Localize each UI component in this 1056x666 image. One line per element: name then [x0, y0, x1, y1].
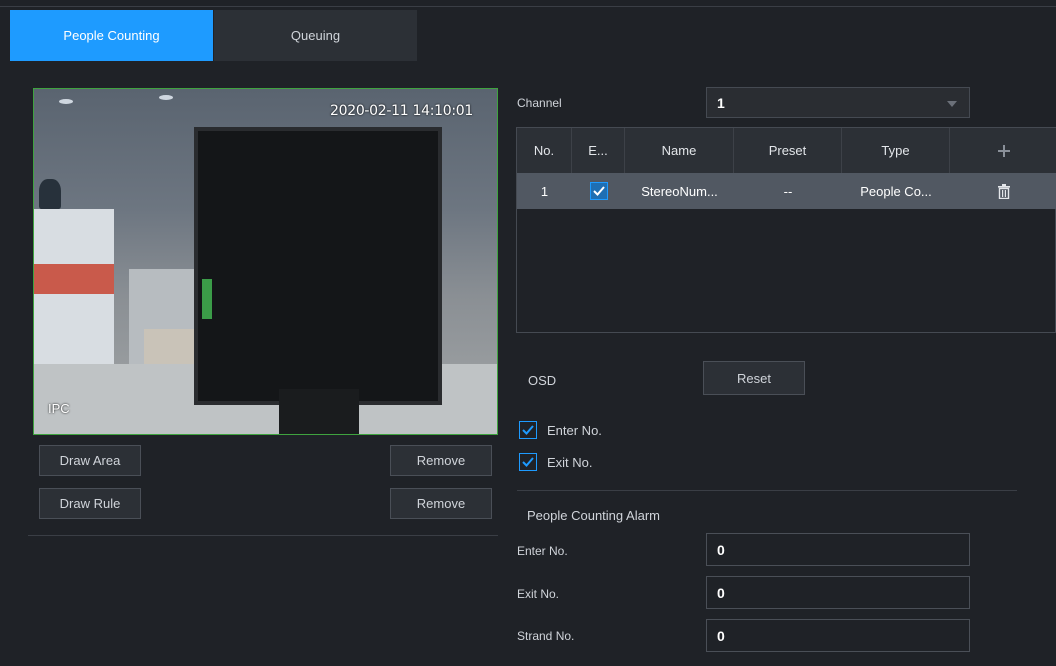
video-timestamp: 2020-02-11 14:10:01	[330, 103, 473, 119]
alarm-strand-label: Strand No.	[517, 629, 575, 643]
monitor-object	[194, 127, 442, 405]
row-enable-cell	[572, 173, 625, 209]
alarm-exit-label: Exit No.	[517, 587, 560, 601]
office-box	[144, 329, 199, 369]
delete-rule-button[interactable]	[950, 173, 1056, 209]
reset-button[interactable]: Reset	[703, 361, 805, 395]
column-header-preset: Preset	[734, 128, 842, 173]
video-overlay-label: IPC	[48, 401, 70, 416]
alarm-strand-input[interactable]: 0	[706, 619, 970, 652]
monitor-stand	[279, 389, 359, 434]
row-preset: --	[783, 183, 793, 199]
trash-icon	[997, 183, 1010, 199]
osd-label: OSD	[528, 373, 557, 388]
tab-bar-divider	[0, 6, 1056, 7]
tab-queuing[interactable]: Queuing	[214, 10, 417, 61]
rules-table: No. E... Name Preset Type 1 StereoNum...…	[516, 127, 1056, 333]
draw-area-button[interactable]: Draw Area	[39, 445, 141, 476]
alarm-section-title: People Counting Alarm	[527, 508, 660, 523]
checkmark-icon	[522, 425, 534, 435]
enter-no-option[interactable]: Enter No.	[519, 421, 602, 439]
exit-no-label: Exit No.	[547, 454, 593, 470]
row-name: StereoNum...	[641, 183, 718, 199]
chevron-down-icon	[947, 101, 957, 107]
checkmark-icon	[522, 457, 534, 467]
green-marker	[202, 279, 212, 319]
remove-rule-button[interactable]: Remove	[390, 488, 492, 519]
enter-no-checkbox[interactable]	[519, 421, 537, 439]
column-header-no: No.	[517, 128, 572, 173]
office-panel	[34, 264, 114, 294]
remove-area-button[interactable]: Remove	[390, 445, 492, 476]
osd-divider	[517, 490, 1017, 491]
plus-icon	[997, 144, 1010, 157]
exit-no-checkbox[interactable]	[519, 453, 537, 471]
channel-label: Channel	[517, 96, 562, 110]
alarm-exit-input[interactable]: 0	[706, 576, 970, 609]
column-header-enable: E...	[572, 128, 625, 173]
table-header: No. E... Name Preset Type	[517, 128, 1056, 173]
column-header-name: Name	[625, 128, 734, 173]
add-rule-button[interactable]	[950, 128, 1056, 173]
table-row[interactable]: 1 StereoNum... -- People Co...	[517, 173, 1056, 209]
ceiling-light	[59, 99, 73, 104]
exit-no-option[interactable]: Exit No.	[519, 453, 593, 471]
row-type: People Co...	[860, 183, 932, 199]
channel-select-value: 1	[717, 94, 725, 111]
enter-no-label: Enter No.	[547, 422, 602, 438]
tab-bar: People Counting Queuing	[0, 0, 1056, 70]
checkmark-icon	[592, 186, 605, 196]
column-header-type: Type	[842, 128, 950, 173]
person-figure	[39, 179, 61, 209]
row-enable-checkbox[interactable]	[589, 182, 608, 200]
video-preview[interactable]: 2020-02-11 14:10:01 IPC	[33, 88, 498, 435]
row-no: 1	[540, 183, 549, 199]
alarm-enter-label: Enter No.	[517, 544, 568, 558]
ceiling-light	[159, 95, 173, 100]
tab-people-counting[interactable]: People Counting	[10, 10, 213, 61]
left-panel-divider	[28, 535, 498, 536]
draw-rule-button[interactable]: Draw Rule	[39, 488, 141, 519]
channel-select[interactable]: 1	[706, 87, 970, 118]
alarm-enter-input[interactable]: 0	[706, 533, 970, 566]
